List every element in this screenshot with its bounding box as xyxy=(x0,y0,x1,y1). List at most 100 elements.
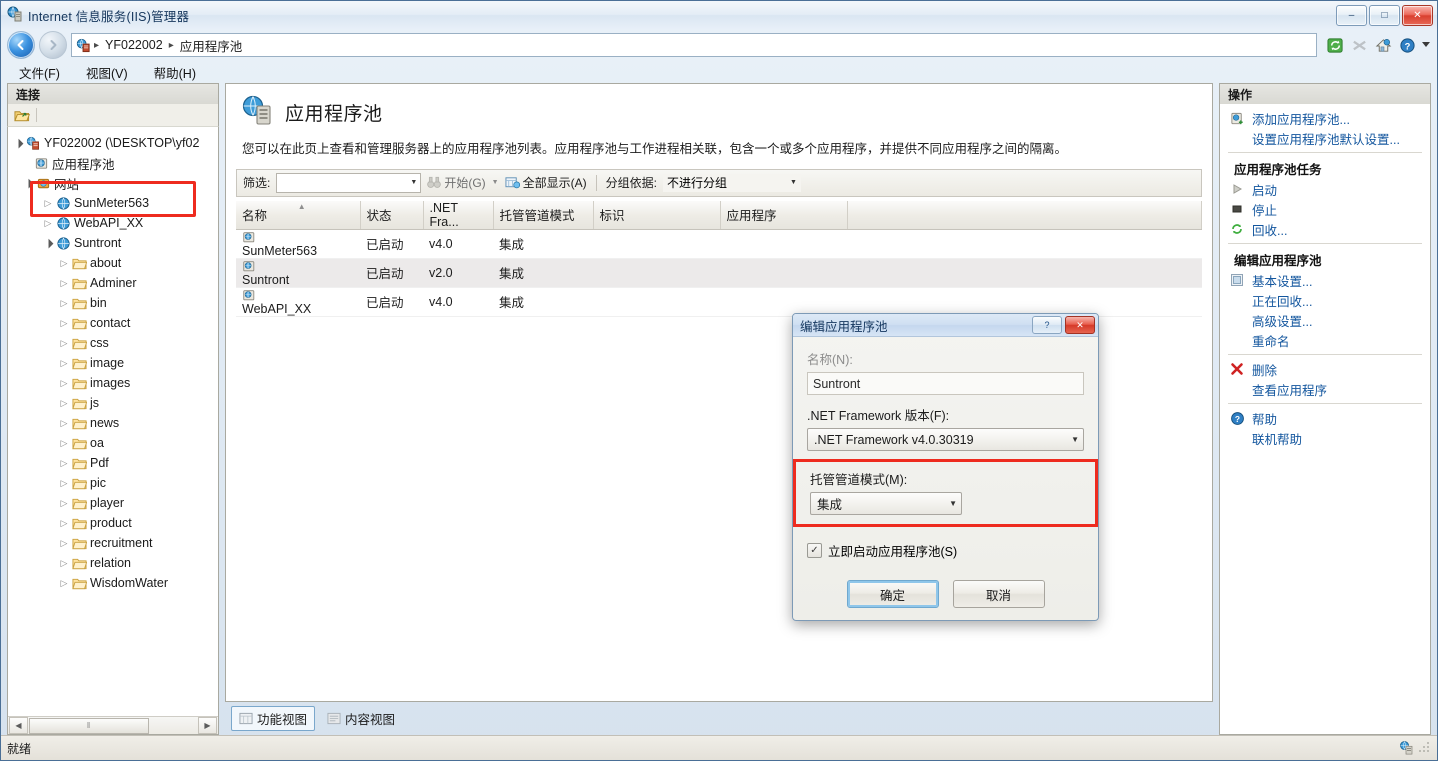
action-online-help[interactable]: 联机帮助 xyxy=(1220,428,1430,448)
tab-features-view[interactable]: 功能视图 xyxy=(231,705,316,731)
expander-icon[interactable] xyxy=(58,519,70,528)
column-header-status[interactable]: 状态 xyxy=(360,200,424,230)
chevron-down-icon[interactable]: ▼ xyxy=(949,499,957,508)
tree-item-folder-image[interactable]: image xyxy=(8,353,218,373)
close-button[interactable]: ✕ xyxy=(1402,5,1433,26)
tree-item-app-pools[interactable]: 应用程序池 xyxy=(8,153,218,173)
column-header-identity[interactable]: 标识 xyxy=(593,200,721,230)
connections-tree[interactable]: YF022002 (\DESKTOP\yf02 应用程序池 xyxy=(7,127,219,735)
expander-icon[interactable] xyxy=(58,259,70,268)
expander-icon[interactable] xyxy=(42,239,54,248)
tree-item-folder-js[interactable]: js xyxy=(8,393,218,413)
back-button[interactable] xyxy=(7,31,35,59)
tab-content-view[interactable]: 内容视图 xyxy=(319,706,403,731)
expander-icon[interactable] xyxy=(58,359,70,368)
action-view-applications[interactable]: 查看应用程序 xyxy=(1220,379,1430,399)
tree-item-folder-adminer[interactable]: Adminer xyxy=(8,273,218,293)
expander-icon[interactable] xyxy=(58,319,70,328)
menu-item-file[interactable]: 文件(F) xyxy=(15,62,64,83)
help-icon[interactable]: ? xyxy=(1397,35,1417,55)
maximize-button[interactable]: □ xyxy=(1369,5,1400,26)
expander-icon[interactable] xyxy=(58,439,70,448)
table-row[interactable]: Suntront 已启动 v2.0 集成 xyxy=(236,258,1202,288)
menu-item-help[interactable]: 帮助(H) xyxy=(150,62,200,83)
ok-button[interactable]: 确定 xyxy=(846,580,939,608)
expander-icon[interactable] xyxy=(58,419,70,428)
expander-icon[interactable] xyxy=(58,279,70,288)
expander-icon[interactable] xyxy=(58,379,70,388)
minimize-button[interactable]: – xyxy=(1336,5,1367,26)
forward-button[interactable] xyxy=(39,31,67,59)
tree-item-folder-contact[interactable]: contact xyxy=(8,313,218,333)
expander-icon[interactable] xyxy=(58,299,70,308)
chevron-down-icon[interactable]: ▼ xyxy=(410,179,417,186)
expander-icon[interactable] xyxy=(58,579,70,588)
cancel-button[interactable]: 取消 xyxy=(952,580,1045,608)
table-row[interactable]: SunMeter563 已启动 v4.0 集成 xyxy=(236,229,1202,259)
chevron-down-icon[interactable]: ▼ xyxy=(790,179,797,186)
expander-icon[interactable] xyxy=(58,559,70,568)
filter-go-button[interactable]: 开始(G) xyxy=(427,174,486,191)
tree-item-folder-oa[interactable]: oa xyxy=(8,433,218,453)
column-header-pipeline[interactable]: 托管管道模式 xyxy=(493,200,594,230)
tree-horizontal-scrollbar[interactable]: ◀ ‖ ▶ xyxy=(8,716,218,734)
scroll-right-arrow-icon[interactable]: ▶ xyxy=(198,717,217,734)
action-rename[interactable]: 重命名 xyxy=(1220,330,1430,350)
action-set-app-pool-defaults[interactable]: 设置应用程序池默认设置... xyxy=(1220,128,1430,148)
action-add-app-pool[interactable]: 添加应用程序池... xyxy=(1220,108,1430,128)
tree-item-folder-news[interactable]: news xyxy=(8,413,218,433)
tree-item-folder-product[interactable]: product xyxy=(8,513,218,533)
tree-item-folder-recruitment[interactable]: recruitment xyxy=(8,533,218,553)
group-by-select[interactable]: 不进行分组 ▼ xyxy=(662,173,801,192)
tree-item-site-suntront[interactable]: Suntront xyxy=(8,233,218,253)
column-header-framework[interactable]: .NET Fra... xyxy=(423,200,494,230)
tree-item-folder-css[interactable]: css xyxy=(8,333,218,353)
breadcrumb[interactable]: ▸ YF022002 ▸ 应用程序池 xyxy=(71,33,1317,57)
column-header-name[interactable]: ▲ 名称 xyxy=(236,200,361,230)
filter-go-dropdown-icon[interactable]: ▼ xyxy=(492,179,499,186)
resize-grip-icon[interactable] xyxy=(1419,742,1431,754)
pipeline-select[interactable]: 集成 ▼ xyxy=(810,492,962,515)
tree-item-folder-relation[interactable]: relation xyxy=(8,553,218,573)
scrollbar-thumb[interactable]: ‖ xyxy=(29,717,149,734)
home-icon[interactable] xyxy=(1373,35,1393,55)
filter-input[interactable]: ▼ xyxy=(276,172,422,193)
tree-item-sites[interactable]: 网站 xyxy=(8,173,218,193)
start-immediately-checkbox[interactable]: ✓ xyxy=(807,543,822,558)
refresh-icon[interactable] xyxy=(1325,35,1345,55)
expander-icon[interactable] xyxy=(12,139,24,148)
action-basic-settings[interactable]: 基本设置... xyxy=(1220,270,1430,290)
menu-item-view[interactable]: 视图(V) xyxy=(82,62,132,83)
scroll-left-arrow-icon[interactable]: ◀ xyxy=(9,717,28,734)
tree-item-folder-about[interactable]: about xyxy=(8,253,218,273)
dialog-close-button[interactable]: ✕ xyxy=(1065,316,1095,334)
disconnect-icon[interactable] xyxy=(1349,35,1369,55)
expander-icon[interactable] xyxy=(58,499,70,508)
tree-item-folder-pic[interactable]: pic xyxy=(8,473,218,493)
action-recycle[interactable]: 回收... xyxy=(1220,219,1430,239)
action-stop[interactable]: 停止 xyxy=(1220,199,1430,219)
expander-icon[interactable] xyxy=(58,459,70,468)
expander-icon[interactable] xyxy=(58,539,70,548)
expander-icon[interactable] xyxy=(58,479,70,488)
expander-icon[interactable] xyxy=(22,179,34,188)
action-start[interactable]: 启动 xyxy=(1220,179,1430,199)
show-all-button[interactable]: 全部显示(A) xyxy=(505,174,587,191)
help-dropdown-arrow-icon[interactable] xyxy=(1421,35,1431,55)
tree-item-folder-pdf[interactable]: Pdf xyxy=(8,453,218,473)
expander-icon[interactable] xyxy=(42,199,54,208)
tree-item-folder-player[interactable]: player xyxy=(8,493,218,513)
action-recycling[interactable]: 正在回收... xyxy=(1220,290,1430,310)
breadcrumb-item-app-pools[interactable]: 应用程序池 xyxy=(177,35,246,56)
tree-item-site-sunmeter563[interactable]: SunMeter563 xyxy=(8,193,218,213)
chevron-down-icon[interactable]: ▼ xyxy=(1071,435,1079,444)
tree-item-folder-bin[interactable]: bin xyxy=(8,293,218,313)
tree-item-folder-images[interactable]: images xyxy=(8,373,218,393)
expander-icon[interactable] xyxy=(58,399,70,408)
tree-item-site-webapi-xx[interactable]: WebAPI_XX xyxy=(8,213,218,233)
dialog-help-button[interactable]: ? xyxy=(1032,316,1062,334)
add-connection-icon[interactable] xyxy=(14,108,30,123)
start-immediately-checkbox-row[interactable]: ✓ 立即启动应用程序池(S) xyxy=(807,541,1084,560)
expander-icon[interactable] xyxy=(42,219,54,228)
action-advanced-settings[interactable]: 高级设置... xyxy=(1220,310,1430,330)
